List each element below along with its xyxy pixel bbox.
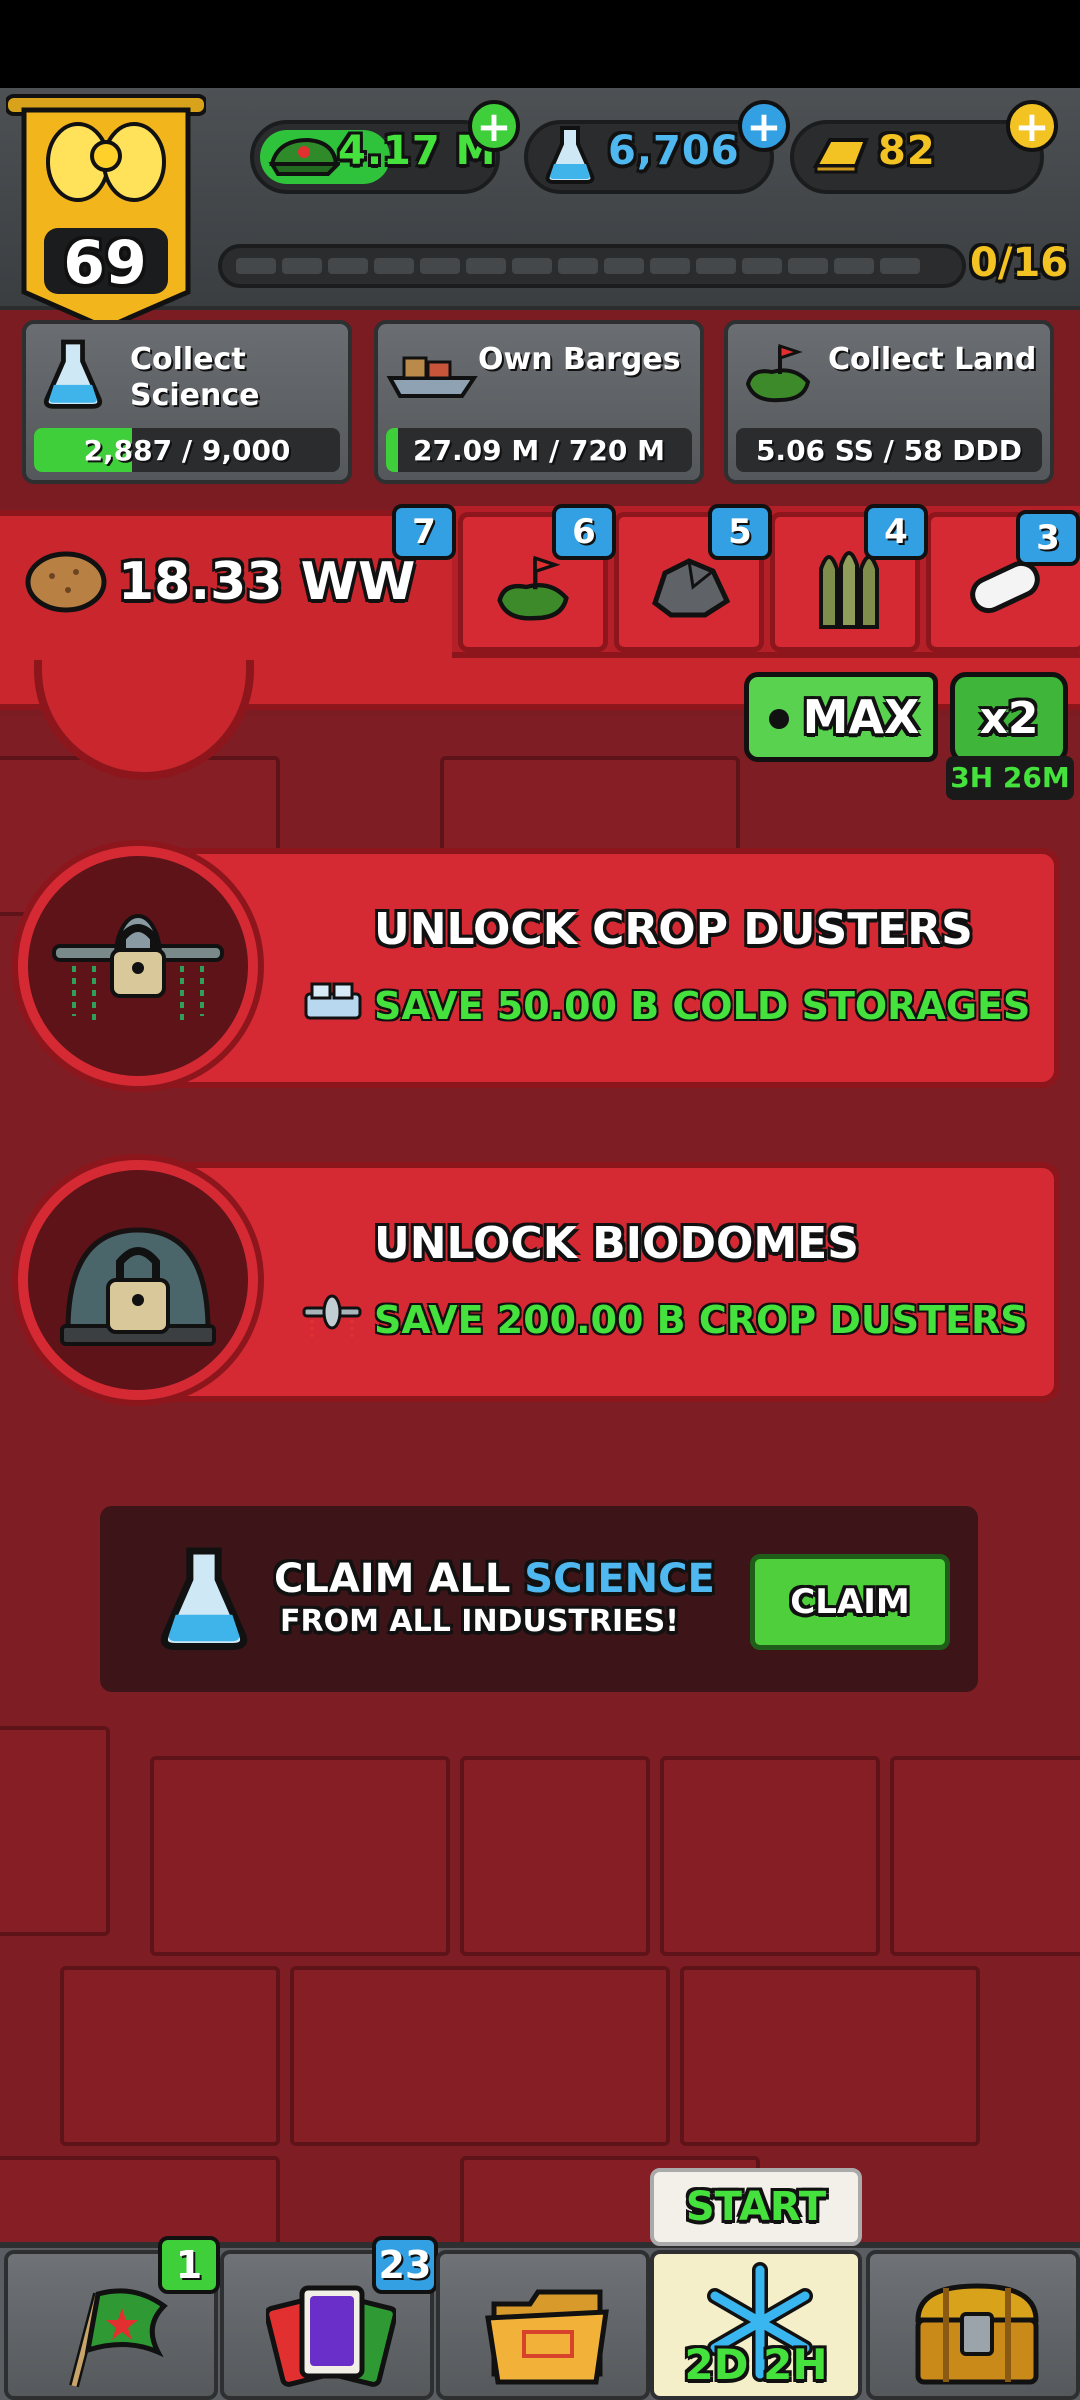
crop-duster-lock-icon — [18, 846, 258, 1086]
mission-collect-land[interactable]: Collect Land 5.06 SS / 58 DDD — [724, 320, 1054, 484]
potato-icon — [25, 551, 107, 613]
mission-own-barges[interactable]: Own Barges 27.09 M / 720 M — [374, 320, 704, 484]
freeze-timer: 2D 2H — [684, 2340, 828, 2389]
mission-progress-bar: 2,887 / 9,000 — [34, 428, 340, 472]
unlock-biodomes-card[interactable] — [130, 1162, 1060, 1402]
claim-title-prefix: CLAIM ALL — [274, 1556, 525, 1602]
product-value: 18.33 WW — [118, 552, 416, 612]
folder-icon — [485, 2289, 609, 2385]
unlock-crop-dusters-card[interactable] — [130, 848, 1060, 1088]
max-buy-button[interactable]: MAX — [744, 672, 938, 762]
biodome-lock-icon — [18, 1160, 258, 1400]
mission-title-line1: Collect — [130, 342, 246, 377]
science-value: 6,706 — [608, 128, 740, 174]
claim-title: CLAIM ALL SCIENCE — [274, 1556, 715, 1602]
add-science-button[interactable]: + — [738, 100, 790, 152]
missions-badge: 1 — [158, 2236, 220, 2294]
claim-button[interactable]: CLAIM — [750, 1554, 950, 1650]
mission-title-line1: Collect Land — [828, 342, 1037, 377]
unlock-title: UNLOCK CROP DUSTERS — [374, 904, 973, 955]
unlock-title: UNLOCK BIODOMES — [374, 1218, 859, 1269]
mission-progress-text: 2,887 / 9,000 — [83, 434, 291, 467]
barge-icon — [386, 356, 478, 398]
cold-storage-icon — [304, 982, 362, 1020]
unlock-requirement: SAVE 200.00 B CROP DUSTERS — [374, 1298, 1028, 1342]
gold-bar-icon — [812, 138, 869, 174]
boost-x2-button[interactable]: x2 — [950, 672, 1068, 764]
freeze-start-tooltip[interactable]: START — [650, 2168, 862, 2246]
flag-icon — [69, 2288, 168, 2388]
add-gold-button[interactable]: + — [1006, 100, 1058, 152]
cards-badge: 23 — [372, 2236, 438, 2294]
claim-title-highlight: SCIENCE — [524, 1556, 715, 1602]
land-flag-icon — [745, 343, 811, 403]
player-level: 69 — [63, 228, 147, 298]
nav-chests-button[interactable] — [866, 2250, 1080, 2400]
tab-badge: 4 — [864, 504, 928, 560]
treasure-chest-icon — [915, 2283, 1039, 2385]
tab-badge: 7 — [392, 504, 456, 560]
gold-value: 82 — [878, 128, 936, 174]
mission-progress-text: 27.09 M / 720 M — [413, 434, 665, 467]
boost-timer: 3H 26M — [946, 756, 1074, 800]
mission-title-line2: Science — [130, 378, 260, 413]
xp-progress-bar — [218, 244, 966, 288]
boost-label: x2 — [979, 692, 1039, 744]
crop-duster-icon — [302, 1294, 362, 1338]
mission-title-line1: Own Barges — [478, 342, 681, 377]
unlock-requirement: SAVE 50.00 B COLD STORAGES — [374, 984, 1031, 1028]
pill-icon — [970, 560, 1040, 614]
claim-subtitle: FROM ALL INDUSTRIES! — [280, 1604, 679, 1639]
science-flask-icon — [43, 339, 103, 409]
tab-badge: 3 — [1016, 510, 1080, 566]
mission-progress-bar: 5.06 SS / 58 DDD — [736, 428, 1042, 472]
army-cap-icon — [268, 137, 340, 176]
tab-badge: 5 — [708, 504, 772, 560]
mission-progress-text: 5.06 SS / 58 DDD — [755, 434, 1023, 467]
xp-progress-text: 0/16 — [970, 240, 1069, 286]
science-flask-icon — [545, 126, 595, 184]
nav-dossier-button[interactable] — [436, 2250, 650, 2400]
add-cash-button[interactable]: + — [468, 100, 520, 152]
status-bar — [0, 0, 1080, 88]
max-label: MAX — [802, 690, 920, 744]
tab-badge: 6 — [552, 504, 616, 560]
mission-collect-science[interactable]: Collect Science 2,887 / 9,000 — [22, 320, 352, 484]
mission-progress-bar: 27.09 M / 720 M — [386, 428, 692, 472]
science-flask-icon — [160, 1547, 248, 1651]
